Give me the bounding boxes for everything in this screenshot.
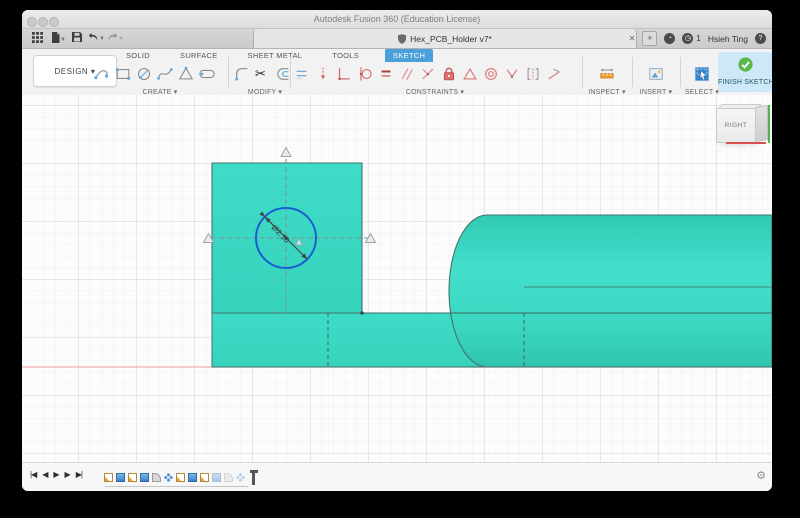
fix-constraint-lock-icon[interactable] <box>441 66 457 82</box>
user-name[interactable]: Hsieh Ting <box>708 34 748 44</box>
timeline-feature-strip <box>104 470 255 485</box>
fusion360-window: Autodesk Fusion 360 (Education License) … <box>22 10 772 491</box>
app-toolbar: ▼ ▼ ▼ Hex_PCB_Holder v7* ✕ + ◔ ◷ 1 Hsieh… <box>22 29 772 49</box>
ribbon-toolbar: DESIGN ▾ SOLID SURFACE SHEET METAL TOOLS… <box>22 49 772 96</box>
viewcube[interactable]: RIGHT <box>712 103 772 151</box>
document-icon <box>398 34 406 44</box>
group-inspect: INSPECT ▾ <box>586 61 628 96</box>
select-tool-icon[interactable] <box>694 66 710 82</box>
slot-tool-icon[interactable] <box>199 66 215 82</box>
file-menu-icon[interactable]: ▼ <box>51 32 66 47</box>
y-axis-indicator <box>768 105 770 143</box>
equal-constraint-icon[interactable] <box>378 66 394 82</box>
ribbon-divider <box>582 57 583 87</box>
undo-icon[interactable]: ▼ <box>88 32 105 46</box>
perpendicular-constraint-icon[interactable] <box>336 66 352 82</box>
save-icon[interactable] <box>72 32 82 46</box>
document-tab-name: Hex_PCB_Holder v7* <box>410 34 492 44</box>
go-to-start-button[interactable]: |◀ <box>30 470 36 479</box>
timeline-group-bracket <box>105 486 248 487</box>
timeline-feature-sketch-icon[interactable] <box>176 473 185 482</box>
ribbon-divider <box>632 57 633 87</box>
tab-solid[interactable]: SOLID <box>122 50 154 61</box>
line-tool-icon[interactable] <box>94 66 110 82</box>
circle-tool-icon[interactable] <box>136 66 152 82</box>
step-forward-button[interactable]: ▶ <box>65 470 70 479</box>
timeline-feature-extrude-icon[interactable] <box>212 473 221 482</box>
fillet-tool-icon[interactable] <box>234 66 250 82</box>
timeline-playhead[interactable] <box>252 470 255 485</box>
timeline-playback-controls: |◀ ◀ ▶ ▶ ▶| <box>30 470 82 479</box>
viewcube-side-face[interactable] <box>755 105 768 142</box>
group-constraints: CONSTRAINTS ▾ <box>294 61 576 96</box>
play-button[interactable]: ▶ <box>53 470 58 479</box>
tab-sheet-metal[interactable]: SHEET METAL <box>244 50 307 61</box>
parallel-constraint-icon[interactable] <box>399 66 415 82</box>
symmetry-point-constraint-icon[interactable] <box>504 66 520 82</box>
timeline-feature-extrude-icon[interactable] <box>140 473 149 482</box>
symmetry-constraint-icon[interactable] <box>525 66 541 82</box>
sketch-geometry: Ø2.10 <box>22 95 772 462</box>
step-back-button[interactable]: ◀ <box>42 470 47 479</box>
group-modify: ✂ MODIFY ▾ <box>234 61 296 96</box>
finish-sketch-label: FINISH SKETCH ▾ <box>718 78 772 86</box>
group-select: SELECT ▾ <box>683 61 721 96</box>
finish-check-icon <box>737 56 754 73</box>
cylinder-body[interactable] <box>449 215 772 367</box>
settings-gear-icon[interactable]: ⚙ <box>756 469 766 482</box>
job-status-icon[interactable]: ◔ <box>664 33 675 44</box>
timeline-feature-sketch-icon[interactable] <box>200 473 209 482</box>
appbar-right-cluster: ✕ + ◔ ◷ 1 Hsieh Ting ? <box>629 29 772 48</box>
horizontal-vertical-constraint-icon[interactable] <box>294 66 310 82</box>
screenshot-background: Autodesk Fusion 360 (Education License) … <box>0 0 800 518</box>
viewcube-front-face[interactable]: RIGHT <box>716 108 756 143</box>
group-insert: INSERT ▾ <box>636 61 676 96</box>
trim-tool-icon[interactable]: ✂ <box>255 66 271 82</box>
polygon-tool-icon[interactable] <box>178 66 194 82</box>
collinear-constraint-icon[interactable] <box>462 66 478 82</box>
notification-count: 1 <box>696 34 700 43</box>
spline-tool-icon[interactable] <box>157 66 173 82</box>
document-tab[interactable]: Hex_PCB_Holder v7* <box>253 29 637 48</box>
timeline-feature-pattern-icon[interactable] <box>236 473 245 482</box>
curvature-constraint-icon[interactable] <box>546 66 562 82</box>
tangent-constraint-icon[interactable] <box>357 66 373 82</box>
new-tab-button[interactable]: + <box>642 31 657 46</box>
ribbon-divider <box>680 57 681 87</box>
insert-image-icon[interactable] <box>648 66 664 82</box>
timeline-feature-extrude-icon[interactable] <box>116 473 125 482</box>
timeline-feature-sketch-icon[interactable] <box>128 473 137 482</box>
notification-icon[interactable]: ◷ <box>682 33 693 44</box>
timeline-feature-fillet-icon[interactable] <box>152 473 161 482</box>
tab-surface[interactable]: SURFACE <box>176 50 222 61</box>
window-title: Autodesk Fusion 360 (Education License) <box>22 14 772 24</box>
timeline-feature-extrude-icon[interactable] <box>188 473 197 482</box>
help-icon[interactable]: ? <box>755 33 766 44</box>
ribbon-divider <box>228 57 229 87</box>
midpoint-constraint-icon[interactable] <box>420 66 436 82</box>
coincident-constraint-icon[interactable] <box>315 66 331 82</box>
sketch-point[interactable] <box>360 311 364 315</box>
rectangle-tool-icon[interactable] <box>115 66 131 82</box>
app-grid-icon[interactable] <box>32 32 43 47</box>
sketch-canvas[interactable]: Ø2.10 RIGHT <box>22 95 772 462</box>
group-create: CREATE ▾ <box>94 61 226 96</box>
ribbon-divider <box>290 57 291 87</box>
timeline-bar: |◀ ◀ ▶ ▶ ▶| ⚙ <box>22 462 772 491</box>
timeline-feature-pattern-icon[interactable] <box>164 473 173 482</box>
ribbon-tabs: SOLID SURFACE SHEET METAL TOOLS SKETCH <box>122 49 433 61</box>
tab-tools[interactable]: TOOLS <box>328 50 363 61</box>
timeline-feature-fillet-icon[interactable] <box>224 473 233 482</box>
close-tab-icon[interactable]: ✕ <box>629 34 636 43</box>
x-axis-indicator <box>726 142 766 144</box>
tab-sketch[interactable]: SKETCH <box>385 49 433 62</box>
timeline-feature-sketch-icon[interactable] <box>104 473 113 482</box>
measure-tool-icon[interactable] <box>599 66 615 82</box>
finish-sketch-button[interactable]: FINISH SKETCH ▾ <box>718 52 772 92</box>
titlebar: Autodesk Fusion 360 (Education License) <box>22 10 772 29</box>
redo-icon[interactable]: ▼ <box>107 32 124 46</box>
concentric-constraint-icon[interactable] <box>483 66 499 82</box>
go-to-end-button[interactable]: ▶| <box>76 470 82 479</box>
